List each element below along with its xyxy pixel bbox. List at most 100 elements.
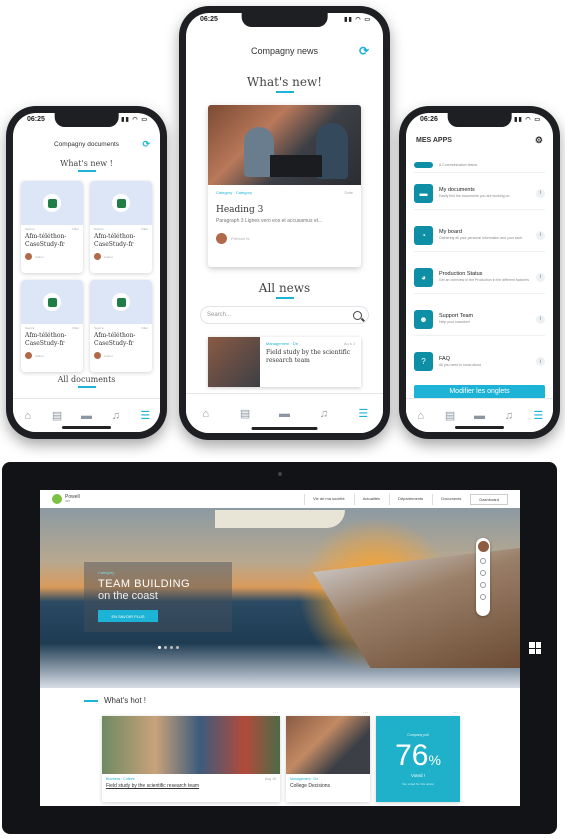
side-toolbar xyxy=(476,538,490,616)
news-list-item[interactable]: Management · Dir Au s J Field study by th… xyxy=(208,337,361,387)
carousel-dots[interactable] xyxy=(158,646,179,649)
avatar xyxy=(94,253,101,260)
news-list-title: Field study by the scientific research t… xyxy=(266,349,351,364)
info-icon[interactable]: i xyxy=(536,230,545,240)
bell-icon[interactable]: ♫ xyxy=(502,410,516,422)
hot-card-title[interactable]: Field study by the scientific research t… xyxy=(102,781,280,791)
menu-item-documents[interactable]: Documents xyxy=(432,493,469,505)
windows-icon[interactable] xyxy=(529,642,541,654)
document-author: Author xyxy=(21,349,83,362)
search-icon[interactable] xyxy=(353,310,362,320)
excel-icon xyxy=(112,293,130,311)
search-icon[interactable] xyxy=(480,570,486,576)
question-icon: ? xyxy=(414,352,433,371)
chat-icon[interactable] xyxy=(480,582,486,588)
document-card[interactable]: Source Filter Afm-téléthon-CaseStudy-fr A… xyxy=(21,181,83,273)
home-icon[interactable]: ⌂ xyxy=(414,410,428,422)
hot-card-image xyxy=(286,716,370,774)
site-navbar: Powell 365 Vie de ma société Actualités D… xyxy=(40,490,520,508)
info-icon[interactable]: i xyxy=(536,314,545,324)
logo[interactable]: Powell 365 xyxy=(52,494,192,504)
document-card[interactable]: Source Filter Afm-téléthon-CaseStudy-fr A… xyxy=(90,280,152,372)
tablet-device: Powell 365 Vie de ma société Actualités D… xyxy=(2,462,557,834)
bell-icon[interactable]: ♫ xyxy=(317,408,331,420)
app-row-support-team[interactable]: ☻ Support Team Help your coworker! i xyxy=(414,303,545,336)
newspaper-icon[interactable]: ▤ xyxy=(238,408,252,420)
page-title: Compagny documents xyxy=(53,140,120,148)
search-placeholder: Search... xyxy=(207,312,232,318)
menu-icon[interactable]: ☰ xyxy=(531,410,545,422)
poll-card[interactable]: ··· Company poll 76% Voted ! You voted f… xyxy=(376,710,460,802)
hero-subtitle: on the coast xyxy=(98,590,158,602)
menu-icon[interactable]: ☰ xyxy=(356,408,370,420)
signal-icon: ▮▮ ◠ ▭ xyxy=(344,17,371,23)
app-row[interactable]: & Communication teams xyxy=(414,157,545,173)
excel-icon xyxy=(112,194,130,212)
newspaper-icon[interactable]: ▤ xyxy=(50,410,64,422)
app-row-faq[interactable]: ? FAQ All you need to know about i xyxy=(414,345,545,378)
home-icon[interactable]: ⌂ xyxy=(21,410,35,422)
modify-tabs-button[interactable]: Modifier les onglets xyxy=(414,385,545,399)
app-row-production-status[interactable]: ◕ Production Status Get an overview of th… xyxy=(414,261,545,294)
document-card[interactable]: Source Filter Afm-téléthon-CaseStudy-fr A… xyxy=(21,280,83,372)
document-name: Afm-téléthon-CaseStudy-fr xyxy=(94,332,136,347)
folder-icon[interactable]: ▬ xyxy=(277,408,291,420)
more-icon[interactable]: ··· xyxy=(363,710,368,716)
app-description: Get an overview of the Production in the… xyxy=(439,278,530,283)
menu-item-departments[interactable]: Départements xyxy=(389,493,431,505)
app-row-my-documents[interactable]: ▬ My documents Easily find the documents … xyxy=(414,177,545,210)
app-name: Production Status xyxy=(439,271,483,278)
gear-icon[interactable]: ⚙ xyxy=(535,135,543,146)
more-icon[interactable]: ··· xyxy=(273,710,278,716)
menu-item-company-life[interactable]: Vie de ma société xyxy=(303,493,353,505)
news-list-category: Management · Dir Au s J xyxy=(266,341,355,346)
app-description: & Communication teams xyxy=(439,162,478,167)
refresh-icon[interactable]: ⟳ xyxy=(142,139,150,150)
hot-card-title[interactable]: College Decisions xyxy=(286,781,370,791)
document-card[interactable]: Source Filter Afm-téléthon-CaseStudy-fr A… xyxy=(90,181,152,273)
news-list-thumbnail xyxy=(208,337,260,387)
hot-card-category: Management · Dir xyxy=(290,777,319,781)
hero-banner: Category TEAM BUILDING on the coast EN S… xyxy=(40,508,520,688)
info-icon[interactable]: i xyxy=(536,188,545,198)
folder-icon[interactable]: ▬ xyxy=(472,410,486,422)
app-name: My documents xyxy=(439,187,475,194)
home-icon[interactable]: ⌂ xyxy=(199,408,213,420)
document-author: Author xyxy=(21,250,83,263)
app-name: Support Team xyxy=(439,313,474,320)
section-all-news: All news xyxy=(186,281,383,299)
refresh-icon[interactable]: ⟳ xyxy=(359,44,369,58)
app-name: FAQ xyxy=(439,355,451,362)
info-icon[interactable]: i xyxy=(536,272,545,282)
news-body: Category · Category Date Heading 3 Paragr… xyxy=(208,185,361,249)
phone-apps-screen: 06:26 ▮▮ ◠ ▭ MES APPS ⚙ & Communication … xyxy=(406,113,553,432)
app-row-my-board[interactable]: ◔ My board Gathering all your personal in… xyxy=(414,219,545,252)
main-menu: Vie de ma société Actualités Département… xyxy=(192,493,508,505)
info-icon[interactable]: i xyxy=(536,357,545,366)
dashboard-icon: ◔ xyxy=(414,225,433,245)
avatar[interactable] xyxy=(477,541,489,552)
marketing-composite: 06:25 ▮▮ ◠ ▭ Compagny documents ⟳ What's… xyxy=(0,0,565,839)
app-description: Gathering all your personal information … xyxy=(439,236,523,241)
menu-icon[interactable]: ☰ xyxy=(138,410,152,422)
menu-item-dashboard[interactable]: Dashboard xyxy=(470,493,508,505)
search-input[interactable]: Search... xyxy=(200,306,369,324)
section-all-documents: All documents xyxy=(13,375,160,388)
news-card[interactable]: Category · Category Date Heading 3 Paragr… xyxy=(208,105,361,267)
status-time: 06:25 xyxy=(27,116,45,123)
heart-icon[interactable] xyxy=(480,558,486,564)
folder-icon[interactable]: ▬ xyxy=(79,410,93,422)
bell-icon[interactable]: ♫ xyxy=(109,410,123,422)
settings-icon[interactable] xyxy=(480,594,486,600)
more-icon[interactable]: ··· xyxy=(453,710,458,716)
hot-card[interactable]: ··· Business · Culture Aug 15 Field study… xyxy=(102,710,280,802)
hero-button[interactable]: EN SAVOIR PLUS xyxy=(98,610,158,623)
newspaper-icon[interactable]: ▤ xyxy=(443,410,457,422)
home-indicator xyxy=(251,427,318,430)
document-grid: Source Filter Afm-téléthon-CaseStudy-fr A… xyxy=(21,181,152,372)
news-image xyxy=(208,105,361,185)
hot-card[interactable]: ··· Management · Dir College Decisions xyxy=(286,710,370,802)
menu-item-news[interactable]: Actualités xyxy=(353,493,388,505)
phone-documents: 06:25 ▮▮ ◠ ▭ Compagny documents ⟳ What's… xyxy=(6,106,167,439)
hero-caption: Category TEAM BUILDING on the coast EN S… xyxy=(84,562,232,632)
